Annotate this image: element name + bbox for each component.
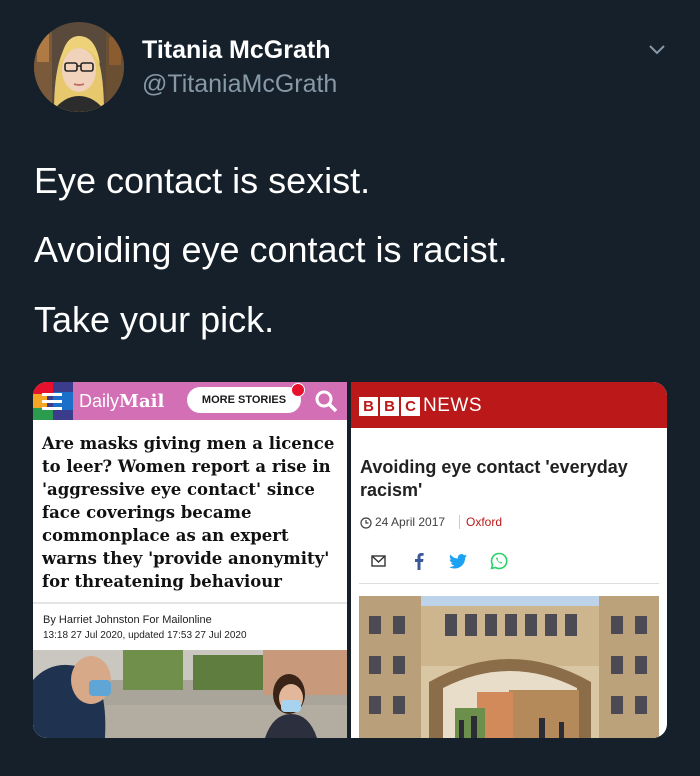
notification-dot — [291, 383, 305, 397]
bbc-photo[interactable] — [359, 596, 659, 738]
dailymail-headline[interactable]: Are masks giving men a licence to leer? … — [42, 432, 342, 593]
media-dailymail[interactable]: DailyMail MORE STORIES Are masks giving … — [33, 382, 347, 738]
bbc-logo-letter: B — [359, 397, 378, 416]
dailymail-byline: By Harriet Johnston For Mailonline — [43, 614, 212, 626]
author-handle[interactable]: @TitaniaMcGrath — [142, 70, 337, 99]
divider — [359, 583, 659, 584]
dailymail-logo: DailyMail — [79, 391, 165, 412]
bbc-headline[interactable]: Avoiding eye contact 'everyday racism' — [360, 456, 660, 502]
bbc-header: B B C NEWS — [351, 382, 667, 428]
author-name[interactable]: Titania McGrath — [142, 36, 330, 65]
menu-icon[interactable] — [33, 382, 73, 425]
tweet-text-line-1: Eye contact is sexist. — [34, 160, 371, 201]
dailymail-dateline: 13:18 27 Jul 2020, updated 17:53 27 Jul … — [43, 630, 247, 641]
tweet-text-line-2: Avoiding eye contact is racist. — [34, 229, 508, 270]
more-stories-button[interactable]: MORE STORIES — [187, 387, 301, 413]
bbc-logo-letter: C — [401, 397, 420, 416]
chevron-down-icon[interactable] — [646, 38, 668, 60]
search-icon[interactable] — [313, 388, 339, 419]
dailymail-photo[interactable] — [33, 650, 347, 738]
email-icon[interactable] — [371, 554, 387, 573]
facebook-icon[interactable] — [413, 552, 425, 575]
bbc-date: 24 April 2017 — [375, 515, 446, 529]
whatsapp-icon[interactable] — [490, 552, 508, 575]
bbc-tag[interactable]: Oxford — [459, 515, 502, 529]
media-bbc[interactable]: B B C NEWS Avoiding eye contact 'everyda… — [351, 382, 667, 738]
clock-icon — [360, 516, 372, 534]
bbc-logo-letter: B — [380, 397, 399, 416]
twitter-icon[interactable] — [449, 554, 467, 574]
avatar[interactable] — [34, 22, 124, 112]
tweet-text-line-3: Take your pick. — [34, 299, 275, 340]
divider — [33, 602, 347, 604]
dailymail-header: DailyMail MORE STORIES — [33, 382, 347, 420]
bbc-news-label: NEWS — [423, 395, 482, 416]
